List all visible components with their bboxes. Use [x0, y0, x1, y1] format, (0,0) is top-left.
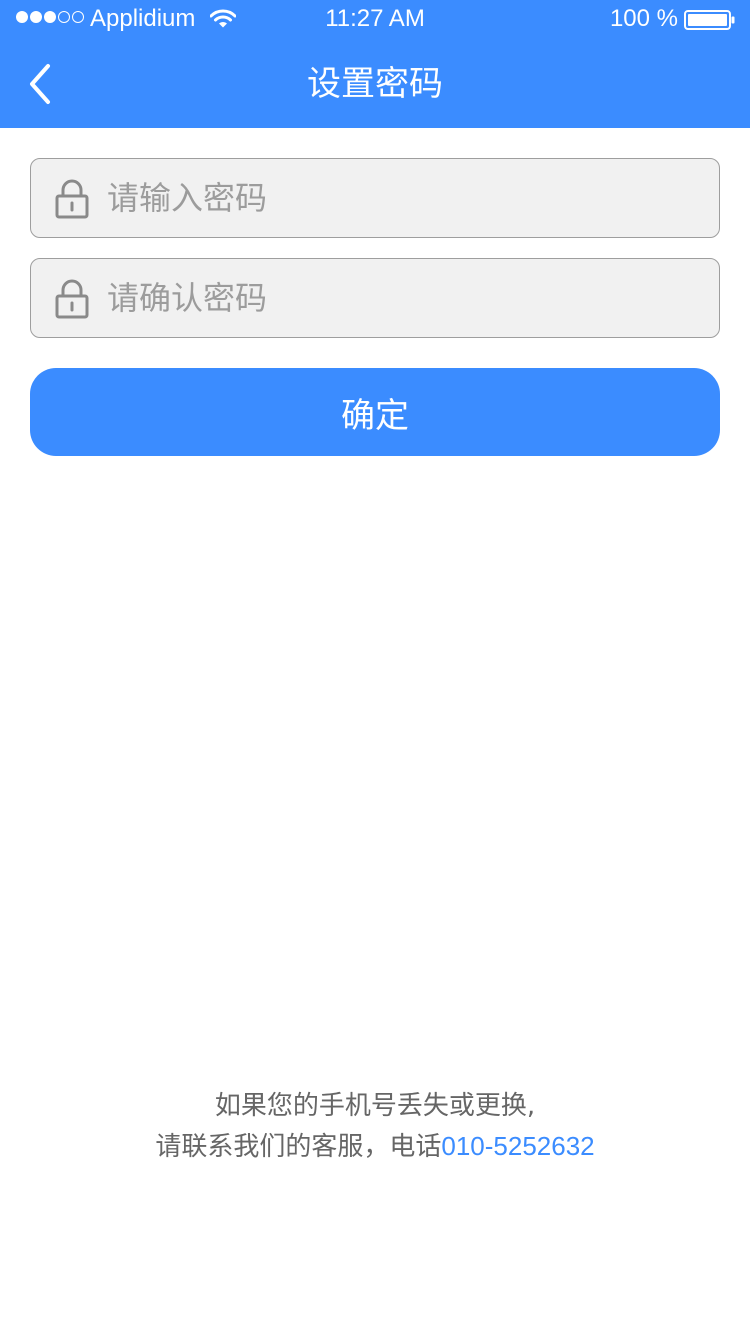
- top-bar: Applidium 11:27 AM 100 % 设置密码: [0, 0, 750, 128]
- confirm-password-input[interactable]: [107, 259, 697, 337]
- lock-icon: [55, 179, 89, 219]
- help-line-1: 如果您的手机号丢失或更换,: [214, 1091, 536, 1121]
- status-bar: Applidium 11:27 AM 100 %: [0, 0, 750, 40]
- navigation-bar: 设置密码: [0, 40, 750, 128]
- lock-icon: [55, 279, 89, 319]
- battery-percentage: 100 %: [609, 5, 678, 32]
- help-line-2: 请联系我们的客服，电话010-5252632: [0, 1126, 750, 1167]
- password-field: [30, 158, 720, 238]
- page-title: 设置密码: [307, 64, 443, 104]
- battery-icon: [684, 9, 736, 37]
- support-phone-link[interactable]: 010-5252632: [441, 1131, 594, 1161]
- password-input[interactable]: [107, 159, 697, 237]
- set-password-screen: Applidium 11:27 AM 100 % 设置密码 确定 如果您的手机号…: [0, 0, 750, 1334]
- confirm-password-field: [30, 258, 720, 338]
- help-line-2-text: 请联系我们的客服，电话: [155, 1132, 442, 1162]
- confirm-button[interactable]: 确定: [30, 368, 720, 456]
- help-text: 如果您的手机号丢失或更换, 请联系我们的客服，电话010-5252632: [0, 1086, 750, 1167]
